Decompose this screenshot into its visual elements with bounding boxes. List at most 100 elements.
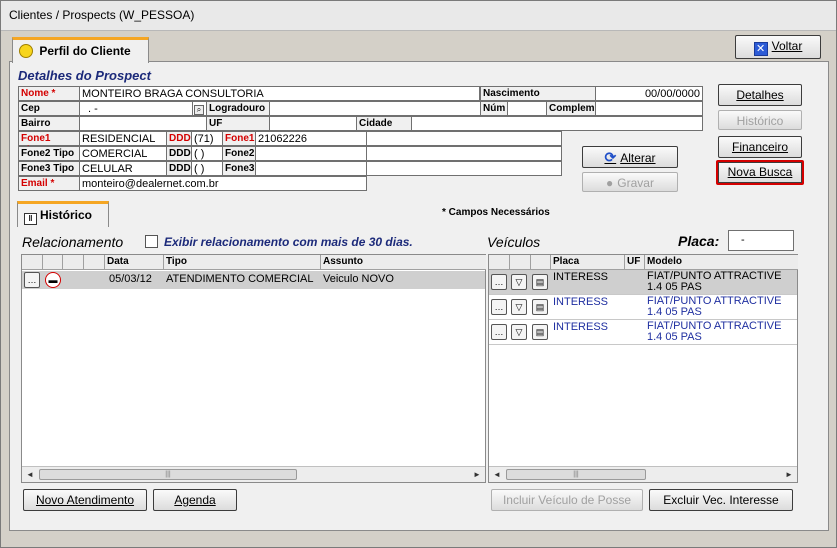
detalhes-button[interactable]: Detalhes (718, 84, 802, 106)
tab-perfil-cliente[interactable]: Perfil do Cliente (12, 37, 149, 63)
grid-header-tipo: Tipo (164, 255, 321, 270)
document-icon[interactable]: ▤ (532, 299, 548, 315)
grid-header-uf: UF (625, 255, 645, 270)
fone3-tipo-field[interactable]: CELULAR (79, 161, 167, 176)
car-icon[interactable]: ▬ (45, 272, 61, 288)
scroll-right-icon[interactable]: ► (781, 467, 797, 482)
nova-busca-button[interactable]: Nova Busca (716, 160, 804, 185)
vehicle-row[interactable]: … ▽ ▤ INTERESS FIAT/PUNTO ATTRACTIVE 1.4… (489, 295, 797, 320)
label-email: Email * (18, 176, 80, 191)
vehicle-uf (625, 270, 645, 272)
document-icon[interactable]: ▤ (532, 324, 548, 340)
alterar-label: Alterar (620, 151, 656, 165)
email-field[interactable]: monteiro@dealernet.com.br (79, 176, 367, 191)
label-ddd2: DDD (166, 146, 192, 161)
voltar-label: Voltar (771, 39, 803, 53)
vehicle-placa: INTERESS (553, 271, 609, 283)
label-nascimento: Nascimento (480, 86, 596, 101)
placa-label: Placa: (678, 233, 720, 249)
gravar-label: Gravar (617, 176, 654, 190)
veiculos-title: Veículos (487, 234, 541, 250)
grid-header-blank (531, 255, 551, 270)
filter-icon[interactable]: ▽ (511, 324, 527, 340)
more-icon[interactable]: … (491, 324, 507, 340)
table-row[interactable]: … ▬ 05/03/12 ATENDIMENTO COMERCIAL Veicu… (22, 271, 485, 289)
label-bairro: Bairro (18, 116, 80, 131)
cep-field[interactable]: . - (79, 101, 193, 116)
label-fone2: Fone2 (222, 146, 256, 161)
fone2-tipo-field[interactable]: COMERCIAL (79, 146, 167, 161)
vehicle-uf (625, 320, 645, 322)
alterar-button[interactable]: ⟳ Alterar (582, 146, 678, 168)
relacionamento-checkbox[interactable] (145, 235, 158, 248)
bairro-field[interactable] (79, 116, 207, 131)
financeiro-button[interactable]: Financeiro (718, 136, 802, 158)
grid-header-data: Data (105, 255, 164, 270)
cidade-field[interactable] (411, 116, 703, 131)
vehicle-modelo: FIAT/PUNTO ATTRACTIVE 1.4 05 PAS (647, 295, 782, 318)
filter-icon[interactable]: ▽ (511, 274, 527, 290)
fone3-extra-field[interactable] (366, 161, 562, 176)
relacionamento-hscrollbar[interactable]: ◄ ||| ► (22, 466, 485, 482)
label-fone3-tipo: Fone3 Tipo (18, 161, 80, 176)
label-fone3: Fone3 (222, 161, 256, 176)
novo-atendimento-button[interactable]: Novo Atendimento (23, 489, 147, 511)
more-icon[interactable]: … (491, 274, 507, 290)
complem-field[interactable] (595, 101, 703, 116)
veiculos-grid: Placa UF Modelo … ▽ ▤ INTERESS FIAT/PUNT… (488, 254, 798, 483)
document-icon[interactable]: ▤ (532, 274, 548, 290)
gravar-button[interactable]: ● Gravar (582, 172, 678, 192)
fone1-tipo-field[interactable]: RESIDENCIAL (79, 131, 167, 146)
tab-historico-label: Histórico (40, 208, 93, 222)
label-fone1: Fone1 (222, 131, 256, 146)
historico-button[interactable]: Histórico (718, 110, 802, 130)
excluir-vec-interesse-button[interactable]: Excluir Vec. Interesse (649, 489, 793, 511)
agenda-button[interactable]: Agenda (153, 489, 237, 511)
num-field[interactable] (507, 101, 547, 116)
scroll-thumb[interactable]: ||| (39, 469, 297, 480)
nome-field[interactable]: MONTEIRO BRAGA CONSULTORIA (79, 86, 480, 101)
vehicle-row[interactable]: … ▽ ▤ INTERESS FIAT/PUNTO ATTRACTIVE 1.4… (489, 320, 797, 345)
grid-header-blank (63, 255, 84, 270)
disk-icon: ● (606, 176, 614, 190)
cep-search-button[interactable]: ⌕ (192, 101, 207, 116)
logradouro-field[interactable] (269, 101, 481, 116)
vehicle-row[interactable]: … ▽ ▤ INTERESS FIAT/PUNTO ATTRACTIVE 1.4… (489, 270, 797, 295)
vehicle-modelo: FIAT/PUNTO ATTRACTIVE 1.4 05 PAS (647, 320, 782, 343)
fone1-extra-field[interactable] (366, 131, 562, 146)
scroll-left-icon[interactable]: ◄ (22, 467, 38, 482)
window-title: Clientes / Prospects (W_PESSOA) (1, 1, 836, 31)
fone2-field[interactable] (255, 146, 367, 161)
veiculos-hscrollbar[interactable]: ◄ ||| ► (489, 466, 797, 482)
fone3-field[interactable] (255, 161, 367, 176)
placa-input[interactable]: - (728, 230, 794, 251)
scroll-thumb[interactable]: ||| (506, 469, 646, 480)
ddd1-field[interactable]: (71) (191, 131, 223, 146)
more-icon[interactable]: … (24, 272, 40, 288)
label-cep: Cep (18, 101, 80, 116)
filter-icon[interactable]: ▽ (511, 299, 527, 315)
more-icon[interactable]: … (491, 299, 507, 315)
nascimento-field[interactable]: 00/00/0000 (595, 86, 703, 101)
required-note: * Campos Necessários (442, 207, 550, 218)
scroll-right-icon[interactable]: ► (469, 467, 485, 482)
fone1-field[interactable]: 21062226 (255, 131, 367, 146)
vehicle-placa: INTERESS (553, 321, 609, 333)
details-heading: Detalhes do Prospect (18, 68, 151, 83)
uf-field[interactable] (269, 116, 357, 131)
row-assunto: Veiculo NOVO (323, 273, 394, 285)
grid-header-blank (84, 255, 105, 270)
label-fone1-tipo: Fone1 Tipo* (18, 131, 80, 156)
window: Clientes / Prospects (W_PESSOA) Perfil d… (0, 0, 837, 548)
voltar-button[interactable]: ✕ Voltar (735, 35, 821, 59)
ddd3-field[interactable]: ( ) (191, 161, 223, 176)
tab-historico[interactable]: ‖ Histórico (17, 201, 109, 227)
incluir-veiculo-button[interactable]: Incluir Veículo de Posse (491, 489, 643, 511)
label-ddd3: DDD (166, 161, 192, 176)
scroll-left-icon[interactable]: ◄ (489, 467, 505, 482)
grid-header-modelo: Modelo (645, 255, 798, 270)
label-nome: Nome * (18, 86, 80, 101)
tab-perfil-label: Perfil do Cliente (39, 44, 131, 58)
fone2-extra-field[interactable] (366, 146, 562, 161)
ddd2-field[interactable]: ( ) (191, 146, 223, 161)
